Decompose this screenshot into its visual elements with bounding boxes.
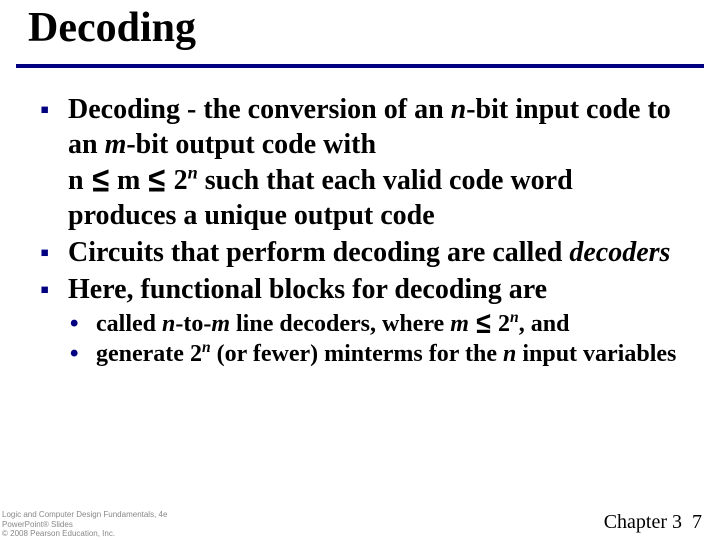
sb1-n: n [162, 311, 175, 337]
sb1-mid1: -to- [175, 311, 211, 337]
sb1-m2: m [450, 311, 469, 337]
sb2-pre: generate 2 [96, 341, 202, 367]
footer-credits: Logic and Computer Design Fundamentals, … [2, 510, 167, 538]
title-rule [16, 64, 704, 68]
subbullet-1: • called n-to-m line decoders, where m ≤… [40, 309, 680, 339]
bullet-2-decoders: decoders [569, 237, 670, 268]
bullet-1-rest1: - the conversion of an [180, 94, 451, 125]
bullet-1-line2c: 2 [167, 165, 188, 196]
slide: Decoding ▪ Decoding - the conversion of … [0, 0, 720, 540]
le-icon: ≤ [90, 158, 111, 202]
le-icon: ≤ [474, 305, 493, 343]
bullet-square-icon: ▪ [40, 236, 49, 269]
sb1-m: m [211, 311, 230, 337]
bullet-square-icon: ▪ [40, 273, 49, 306]
sb1-mid2: line decoders, where [230, 311, 450, 337]
chapter-label: Chapter 3 [604, 511, 682, 533]
bullet-1-lead: Decoding [68, 94, 180, 125]
bullet-2-text: Circuits that perform decoding are calle… [68, 237, 569, 268]
bullet-1-line2b: m [110, 165, 147, 196]
bullet-1-line2a: n [68, 165, 91, 196]
bullet-1: ▪ Decoding - the conversion of an n -bit … [40, 92, 680, 233]
sb2-post: input variables [516, 341, 676, 367]
bullet-1-rest3: -bit output code with [126, 129, 376, 160]
bullet-1-m: m [105, 129, 127, 160]
bullet-square-icon: ▪ [40, 93, 49, 126]
footer-line3: © 2008 Pearson Education, Inc. [2, 529, 115, 538]
bullet-dot-icon: • [70, 309, 78, 339]
sb1-sp2: 2 [492, 311, 510, 337]
bullet-2: ▪ Circuits that perform decoding are cal… [40, 235, 680, 270]
footer-chapter: Chapter 3 7 [604, 511, 702, 534]
sb1-exp: n [510, 309, 519, 326]
bullet-1-n: n [451, 94, 467, 125]
sb2-n: n [503, 341, 516, 367]
bullet-dot-icon: • [70, 339, 78, 369]
bullet-3: ▪ Here, functional blocks for decoding a… [40, 272, 680, 307]
subbullet-2: • generate 2n (or fewer) minterms for th… [40, 339, 680, 369]
sb1-post: , and [519, 311, 570, 337]
sb2-mid: (or fewer) minterms for the [211, 341, 503, 367]
footer-line1: Logic and Computer Design Fundamentals, … [2, 510, 167, 519]
bullet-3-text: Here, functional blocks for decoding are [68, 274, 547, 305]
bullet-1-exp: n [188, 163, 198, 183]
page-title: Decoding [28, 4, 196, 52]
page-number: 7 [692, 511, 702, 533]
body-content: ▪ Decoding - the conversion of an n -bit … [40, 92, 680, 369]
footer-line2: PowerPoint® Slides [2, 520, 73, 529]
le-icon: ≤ [146, 158, 167, 202]
sb1-pre: called [96, 311, 162, 337]
sb2-exp: n [202, 339, 211, 356]
